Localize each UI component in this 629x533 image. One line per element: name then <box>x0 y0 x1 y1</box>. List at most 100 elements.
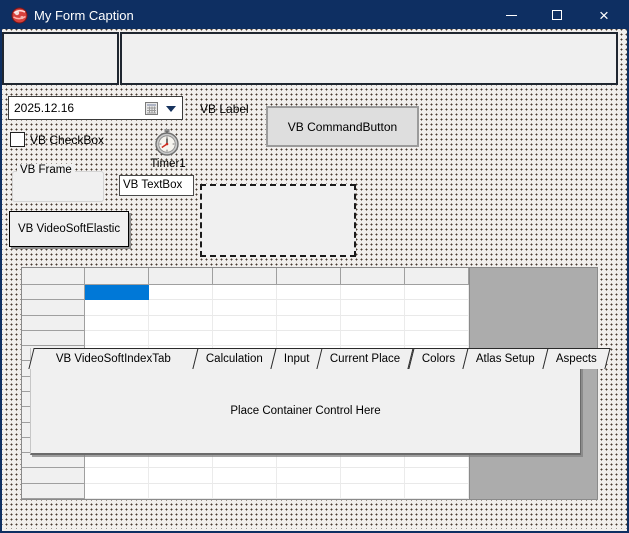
grid-cell[interactable] <box>341 330 405 347</box>
grid-cell[interactable] <box>213 315 277 331</box>
grid-cell[interactable] <box>405 300 469 316</box>
grid-cell[interactable] <box>149 330 213 347</box>
tab-body-text: Place Container Control Here <box>230 405 381 417</box>
grid-cell[interactable] <box>213 483 277 499</box>
vb-textbox-value: VB TextBox <box>123 179 183 191</box>
grid-cell[interactable] <box>341 300 405 316</box>
grid-cell[interactable] <box>341 285 405 301</box>
grid-cell[interactable] <box>213 453 277 469</box>
grid-cell[interactable] <box>341 468 405 484</box>
tab-label: Atlas Setup <box>475 353 535 365</box>
window-title: My Form Caption <box>34 8 134 23</box>
top-panel-left[interactable] <box>2 32 119 85</box>
title-bar[interactable]: My Form Caption × <box>2 0 627 31</box>
grid-column-header[interactable] <box>213 268 277 285</box>
grid-cell[interactable] <box>85 300 149 316</box>
grid-cell[interactable] <box>149 285 213 301</box>
vb-textbox[interactable]: VB TextBox <box>119 175 194 196</box>
calendar-icon <box>145 102 158 115</box>
grid-cell[interactable] <box>341 483 405 499</box>
grid-selected-cell[interactable] <box>85 285 149 301</box>
grid-cell[interactable] <box>277 300 341 316</box>
grid-cell[interactable] <box>85 453 149 469</box>
grid-row-header[interactable] <box>22 300 85 316</box>
grid-cell[interactable] <box>85 315 149 331</box>
grid-cell[interactable] <box>85 468 149 484</box>
tab-input[interactable]: Input <box>270 348 323 369</box>
date-picker-value: 2025.12.16 <box>14 101 75 115</box>
grid-cell[interactable] <box>149 315 213 331</box>
tab-calculation[interactable]: Calculation <box>192 348 277 369</box>
grid-cell[interactable] <box>149 453 213 469</box>
grid-cell[interactable] <box>405 483 469 499</box>
grid-cell[interactable] <box>213 300 277 316</box>
vb-command-button[interactable]: VB CommandButton <box>266 106 419 147</box>
grid-cell[interactable] <box>277 330 341 347</box>
grid-column-header[interactable] <box>85 268 149 285</box>
minimize-icon <box>505 14 517 16</box>
grid-cell[interactable] <box>277 453 341 469</box>
tab-label: VB VideoSoftIndexTab <box>55 353 171 365</box>
close-icon: × <box>599 5 609 25</box>
grid-cell[interactable] <box>341 315 405 331</box>
grid-cell[interactable] <box>277 315 341 331</box>
grid-column-header[interactable] <box>277 268 341 285</box>
tab-vb-videosoftindextab[interactable]: VB VideoSoftIndexTab <box>28 348 199 369</box>
grid-cell[interactable] <box>405 453 469 469</box>
grid-row-header[interactable] <box>22 315 85 331</box>
vb-checkbox[interactable] <box>10 132 25 147</box>
grid-row-header[interactable] <box>22 330 85 347</box>
vb-videosoft-elastic[interactable]: VB VideoSoftElastic <box>9 211 129 247</box>
grid-cell[interactable] <box>149 300 213 316</box>
vb-label: VB Label <box>200 102 249 116</box>
tab-label: Input <box>283 353 310 365</box>
form-window: My Form Caption × 2025.12.16 VB Label VB… <box>0 0 629 533</box>
grid-column-header[interactable] <box>405 268 469 285</box>
grid-cell[interactable] <box>85 330 149 347</box>
grid-cell[interactable] <box>405 315 469 331</box>
vb-checkbox-label: VB CheckBox <box>30 133 105 147</box>
grid-column-header[interactable] <box>149 268 213 285</box>
grid-cell[interactable] <box>277 483 341 499</box>
grid-cell[interactable] <box>405 285 469 301</box>
tab-current-place[interactable]: Current Place <box>316 348 415 369</box>
grid-cell[interactable] <box>277 468 341 484</box>
top-panel-right[interactable] <box>120 32 618 85</box>
date-picker[interactable]: 2025.12.16 <box>8 96 183 120</box>
grid-row-header[interactable] <box>22 468 85 484</box>
grid-row-header[interactable] <box>22 483 85 499</box>
grid-cell[interactable] <box>277 285 341 301</box>
grid-cell[interactable] <box>405 468 469 484</box>
command-button-label: VB CommandButton <box>287 119 398 134</box>
tab-body[interactable]: Place Container Control Here <box>31 369 580 453</box>
tab-label: Current Place <box>330 353 401 365</box>
grid-row-header[interactable] <box>22 453 85 469</box>
tab-row: VB VideoSoftIndexTab Calculation Input Curr… <box>28 348 611 369</box>
dropdown-arrow-icon[interactable] <box>166 106 176 112</box>
tab-label: Aspects <box>555 353 597 365</box>
grid-cell[interactable] <box>149 468 213 484</box>
grid-corner-cell[interactable] <box>22 268 85 285</box>
tab-label: Calculation <box>205 353 263 365</box>
maximize-button[interactable] <box>541 0 573 30</box>
grid-cell[interactable] <box>213 285 277 301</box>
tab-aspects[interactable]: Aspects <box>542 348 611 369</box>
timer-icon[interactable] <box>152 128 182 158</box>
grid-cell[interactable] <box>149 483 213 499</box>
grid-cell[interactable] <box>213 468 277 484</box>
elastic-label: VB VideoSoftElastic <box>18 223 121 235</box>
grid-cell[interactable] <box>213 330 277 347</box>
vb-videosoft-indextab: VB VideoSoftIndexTab Calculation Input Curr… <box>28 348 611 455</box>
tab-colors[interactable]: Colors <box>408 348 469 369</box>
grid-cell[interactable] <box>341 453 405 469</box>
close-button[interactable]: × <box>588 0 620 30</box>
grid-row-header[interactable] <box>22 285 85 301</box>
grid-cell[interactable] <box>405 330 469 347</box>
maximize-icon <box>552 10 562 20</box>
minimize-button[interactable] <box>495 0 527 30</box>
form-icon <box>11 7 28 24</box>
tab-atlas-setup[interactable]: Atlas Setup <box>462 348 549 369</box>
dashed-picture-box[interactable] <box>200 184 356 257</box>
grid-cell[interactable] <box>85 483 149 499</box>
grid-column-header[interactable] <box>341 268 405 285</box>
